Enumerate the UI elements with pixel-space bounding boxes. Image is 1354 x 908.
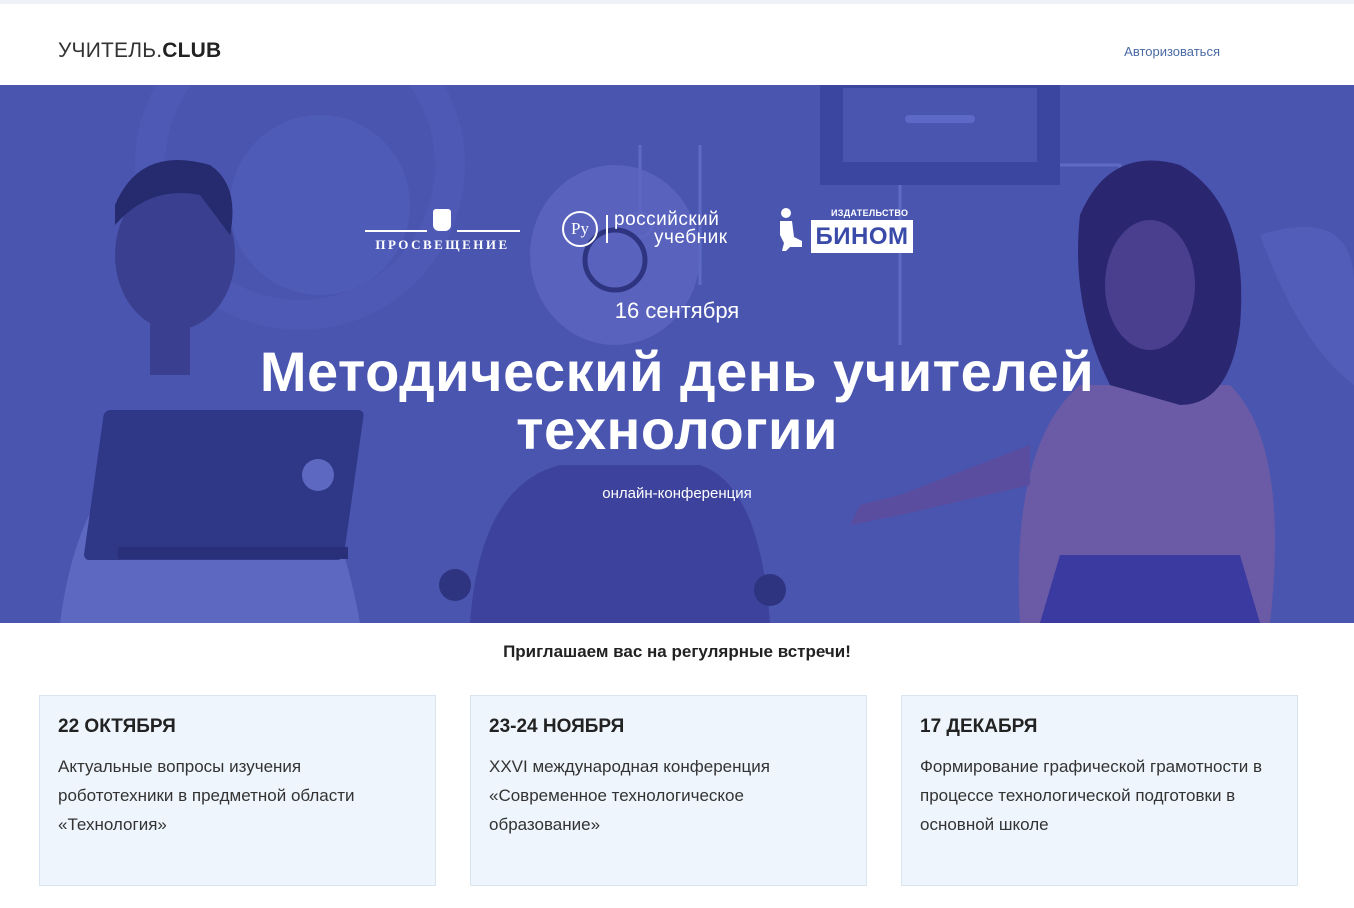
event-description: Формирование графической грамотности в п… — [920, 757, 1263, 834]
hero-title-line1: Методический день учителей — [259, 340, 1095, 403]
binom-name: БИНОМ — [811, 220, 913, 253]
event-description: Актуальные вопросы изучения робототехник… — [58, 757, 355, 834]
event-date: 22 ОКТЯБРЯ — [58, 716, 176, 737]
hero-title: Методический день учителей технологии — [0, 343, 1354, 459]
binom-small-label: ИЗДАТЕЛЬСТВО — [831, 208, 909, 218]
hero-date: 16 сентября — [614, 298, 740, 323]
prosveshchenie-name: ПРОСВЕЩЕНИЕ — [375, 237, 510, 252]
meetings-intro: Приглашаем вас на регулярные встречи! — [503, 642, 851, 661]
event-date: 23-24 НОЯБРЯ — [489, 716, 625, 737]
event-description: XXVI международная конференция «Современ… — [489, 757, 770, 834]
hero-title-line2: технологии — [516, 398, 838, 461]
hero-banner: ПРОСВЕЩЕНИЕ Ру российский учебник ИЗДАТЕ… — [0, 85, 1354, 623]
binom-figure-icon — [780, 208, 802, 251]
event-card[interactable]: 17 ДЕКАБРЯ Формирование графической грам… — [901, 695, 1298, 886]
site-logo[interactable]: УЧИТЕЛЬ.CLUB — [58, 39, 221, 63]
event-card[interactable]: 22 ОКТЯБРЯ Актуальные вопросы изучения р… — [39, 695, 436, 886]
partner-logos: ПРОСВЕЩЕНИЕ Ру российский учебник ИЗДАТЕ… — [0, 205, 1354, 265]
russian-textbook-logo: Ру российский учебник — [562, 209, 742, 253]
login-link[interactable]: Авторизоваться — [1124, 44, 1220, 59]
binom-logo: ИЗДАТЕЛЬСТВО БИНОМ — [776, 205, 916, 257]
prosveshchenie-logo: ПРОСВЕЩЕНИЕ — [365, 205, 520, 257]
event-date: 17 ДЕКАБРЯ — [920, 716, 1038, 737]
russian-textbook-emblem-icon: Ру — [562, 211, 598, 247]
hero-subtitle: онлайн-конференция — [602, 485, 752, 502]
russian-textbook-line2: учебник — [654, 227, 728, 248]
prosveshchenie-emblem-icon — [433, 209, 451, 231]
event-card[interactable]: 23-24 НОЯБРЯ XXVI международная конферен… — [470, 695, 867, 886]
logo-club-text: CLUB — [162, 39, 222, 62]
logo-main-text: УЧИТЕЛЬ. — [58, 39, 163, 62]
site-header: УЧИТЕЛЬ.CLUB Авторизоваться — [0, 4, 1354, 85]
